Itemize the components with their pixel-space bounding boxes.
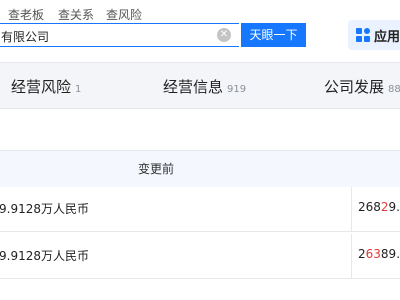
changed-digits: 63: [365, 247, 381, 261]
tab-business-info[interactable]: 经营信息 919: [163, 76, 246, 97]
table-row: 9.9128万人民币 26829.9: [0, 187, 400, 232]
tab-company-development-count: 88: [388, 84, 400, 95]
tab-business-info-label: 经营信息: [163, 78, 224, 96]
search-input[interactable]: 有限公司 ✕: [0, 23, 239, 47]
tab-business-risk-count: 1: [75, 84, 82, 95]
tab-search-risk[interactable]: 查风险: [106, 6, 142, 23]
app-button-label: 应用: [374, 30, 400, 45]
table-header: 变更前: [0, 150, 400, 188]
column-header-before: 变更前: [138, 162, 175, 176]
clear-icon[interactable]: ✕: [217, 28, 231, 42]
tab-search-boss[interactable]: 查老板: [8, 6, 44, 23]
search-input-value: 有限公司: [1, 30, 50, 44]
tab-business-risk[interactable]: 经营风险 1: [11, 76, 81, 97]
cell-after-value: 26389.9: [358, 247, 400, 261]
search-button[interactable]: 天眼一下: [241, 23, 306, 47]
column-divider: [351, 187, 352, 231]
tab-business-risk-label: 经营风险: [11, 78, 72, 96]
tab-company-development[interactable]: 公司发展 88: [324, 76, 400, 97]
tab-search-relation[interactable]: 查关系: [58, 6, 94, 23]
cell-after-value: 26829.9: [358, 200, 400, 214]
cell-before-value: 9.9128万人民币: [0, 249, 89, 263]
section-tab-bar: 经营风险 1 经营信息 919 公司发展 88: [0, 62, 400, 109]
tab-company-development-label: 公司发展: [324, 78, 385, 96]
apps-grid-icon: [356, 28, 370, 42]
tab-business-info-count: 919: [227, 84, 247, 95]
column-divider: [351, 234, 352, 278]
cell-before-value: 9.9128万人民币: [0, 202, 89, 216]
app-button[interactable]: 应用: [348, 20, 400, 50]
table-row: 9.9128万人民币 26389.9: [0, 234, 400, 279]
changed-digits: 2: [380, 200, 389, 214]
